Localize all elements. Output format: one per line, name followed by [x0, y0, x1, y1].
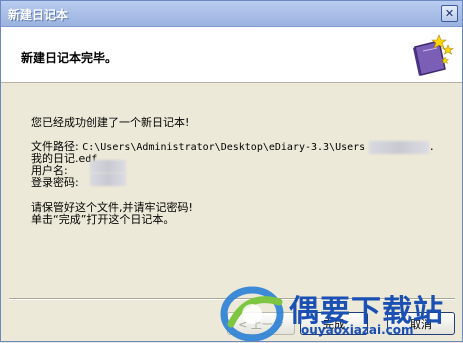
file-path-value: C:\Users\Administrator\Desktop\eDiary-3.… [82, 142, 366, 153]
password-label: 登录密码: [31, 176, 79, 189]
success-message: 您已经成功创建了一个新日记本! [31, 116, 190, 129]
title-bar[interactable]: 新建日记本 ✕ [1, 1, 462, 27]
close-button[interactable]: ✕ [441, 5, 458, 22]
close-icon: ✕ [444, 7, 455, 20]
watermark-logo-icon [220, 286, 284, 341]
window-title: 新建日记本 [8, 8, 69, 22]
finish-hint: 单击“完成”打开这个日记本。 [31, 213, 175, 226]
redacted-password-value [90, 173, 126, 186]
wizard-content: 您已经成功创建了一个新日记本! 文件路径: C:\Users\Administr… [1, 83, 462, 298]
watermark-url: ouyaoxiazai.com [301, 323, 414, 337]
watermark: 偶要下载站 ouyaoxiazai.com [219, 284, 463, 343]
password-row: 登录密码: [31, 174, 79, 190]
redacted-username [368, 140, 429, 154]
redacted-username-value [90, 160, 126, 173]
header-title: 新建日记本完毕。 [21, 51, 118, 65]
new-diary-dialog: 新建日记本 ✕ 新建日记本完毕。 您已经成功创建了一个新日记本! 文件路径: C… [0, 0, 463, 342]
wizard-header: 新建日记本完毕。 [1, 27, 462, 83]
diary-book-icon [413, 34, 454, 76]
file-path-trailing: . [428, 142, 435, 153]
